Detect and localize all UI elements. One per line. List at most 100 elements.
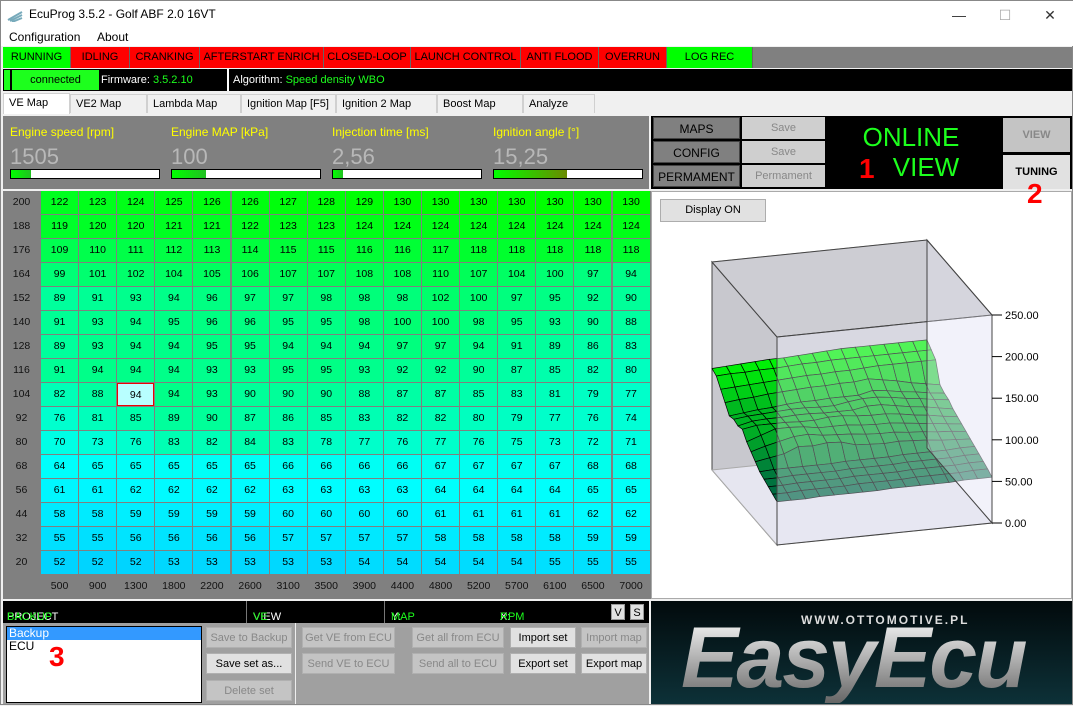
map-cell[interactable]: 80 (460, 407, 498, 430)
map-cell[interactable]: 61 (41, 479, 79, 502)
map-cell[interactable]: 57 (269, 527, 307, 550)
map-cell[interactable]: 90 (307, 383, 345, 406)
get-all-button[interactable]: Get all from ECU (412, 627, 504, 648)
set-item-backup[interactable]: Backup (7, 627, 201, 640)
map-cell[interactable]: 96 (231, 311, 269, 334)
export-map-button[interactable]: Export map (581, 653, 647, 674)
map-cell[interactable]: 93 (345, 359, 383, 382)
map-cell[interactable]: 62 (117, 479, 155, 502)
map-cell[interactable]: 87 (422, 383, 460, 406)
map-cell[interactable]: 54 (345, 551, 383, 574)
map-cell[interactable]: 77 (612, 383, 650, 406)
map-cell[interactable]: 75 (498, 431, 536, 454)
map-cell[interactable]: 95 (269, 311, 307, 334)
map-cell[interactable]: 89 (41, 335, 79, 358)
map-cell[interactable]: 124 (345, 215, 383, 238)
map-cell[interactable]: 54 (383, 551, 421, 574)
map-cell[interactable]: 88 (612, 311, 650, 334)
map-cell[interactable]: 64 (536, 479, 574, 502)
map-cell[interactable]: 91 (498, 335, 536, 358)
map-cell[interactable]: 94 (117, 383, 155, 406)
map-cell[interactable]: 107 (460, 263, 498, 286)
map-cell[interactable]: 123 (307, 215, 345, 238)
map-cell[interactable]: 76 (41, 407, 79, 430)
map-cell[interactable]: 116 (383, 239, 421, 262)
map-cell[interactable]: 94 (155, 359, 193, 382)
map-cell[interactable]: 70 (41, 431, 79, 454)
map-cell[interactable]: 60 (383, 503, 421, 526)
map-cell[interactable]: 60 (269, 503, 307, 526)
map-cell[interactable]: 100 (383, 311, 421, 334)
map-cell[interactable]: 62 (231, 479, 269, 502)
map-cell[interactable]: 126 (193, 191, 231, 214)
map-cell[interactable]: 126 (231, 191, 269, 214)
map-cell[interactable]: 86 (269, 407, 307, 430)
map-cell[interactable]: 82 (383, 407, 421, 430)
map-cell[interactable]: 55 (574, 551, 612, 574)
map-cell[interactable]: 79 (574, 383, 612, 406)
tab-ignition-2-map[interactable]: Ignition 2 Map [F6] (336, 94, 437, 128)
map-cell[interactable]: 93 (193, 383, 231, 406)
tab-ignition-map[interactable]: Ignition Map [F5] (241, 94, 336, 113)
map-cell[interactable]: 58 (41, 503, 79, 526)
map-cell[interactable]: 95 (231, 335, 269, 358)
map-cell[interactable]: 118 (536, 239, 574, 262)
map-cell[interactable]: 65 (231, 455, 269, 478)
map-cell[interactable]: 66 (345, 455, 383, 478)
map-cell[interactable]: 58 (536, 527, 574, 550)
map-cell[interactable]: 115 (307, 239, 345, 262)
map-cell[interactable]: 129 (345, 191, 383, 214)
map-cell[interactable]: 89 (41, 287, 79, 310)
map-cell[interactable]: 93 (79, 335, 117, 358)
map-cell[interactable]: 125 (155, 191, 193, 214)
map-cell[interactable]: 97 (383, 335, 421, 358)
map-cell[interactable]: 97 (574, 263, 612, 286)
map-cell[interactable]: 65 (193, 455, 231, 478)
map-cell[interactable]: 61 (460, 503, 498, 526)
map-cell[interactable]: 76 (460, 431, 498, 454)
save-set-as-button[interactable]: Save set as... (206, 653, 292, 674)
map-cell[interactable]: 65 (117, 455, 155, 478)
map-cell[interactable]: 59 (574, 527, 612, 550)
map-cell[interactable]: 65 (155, 455, 193, 478)
map-cell[interactable]: 83 (155, 431, 193, 454)
map-cell[interactable]: 92 (383, 359, 421, 382)
map-cell[interactable]: 57 (345, 527, 383, 550)
map-cell[interactable]: 84 (231, 431, 269, 454)
map-cell[interactable]: 62 (193, 479, 231, 502)
map-cell[interactable]: 96 (193, 311, 231, 334)
menu-configuration[interactable]: Configuration (9, 30, 80, 44)
map-cell[interactable]: 94 (460, 335, 498, 358)
map-cell[interactable]: 64 (422, 479, 460, 502)
map-cell[interactable]: 53 (193, 551, 231, 574)
import-map-button[interactable]: Import map (581, 627, 647, 648)
map-cell[interactable]: 56 (117, 527, 155, 550)
map-cell[interactable]: 111 (117, 239, 155, 262)
map-cell[interactable]: 91 (41, 359, 79, 382)
map-cell[interactable]: 62 (612, 503, 650, 526)
map-cell[interactable]: 65 (574, 479, 612, 502)
map-cell[interactable]: 130 (422, 191, 460, 214)
tab-ve-map[interactable]: VE Map [F2] (3, 93, 70, 127)
map-cell[interactable]: 124 (498, 215, 536, 238)
map-cell[interactable]: 118 (498, 239, 536, 262)
map-cell[interactable]: 90 (574, 311, 612, 334)
map-cell[interactable]: 98 (345, 287, 383, 310)
map-cell[interactable]: 94 (155, 335, 193, 358)
map-cell[interactable]: 59 (612, 527, 650, 550)
map-cell[interactable]: 118 (574, 239, 612, 262)
map-cell[interactable]: 110 (79, 239, 117, 262)
map-cell[interactable]: 85 (536, 359, 574, 382)
map-cell[interactable]: 67 (460, 455, 498, 478)
map-cell[interactable]: 56 (193, 527, 231, 550)
map-cell[interactable]: 124 (117, 191, 155, 214)
map-cell[interactable]: 124 (383, 215, 421, 238)
map-cell[interactable]: 83 (612, 335, 650, 358)
map-cell[interactable]: 55 (612, 551, 650, 574)
map-cell[interactable]: 123 (79, 191, 117, 214)
map-cell[interactable]: 68 (574, 455, 612, 478)
map-cell[interactable]: 61 (422, 503, 460, 526)
tab-analyze[interactable]: Analyze [F8] (523, 94, 595, 128)
map-cell[interactable]: 54 (498, 551, 536, 574)
map-cell[interactable]: 57 (383, 527, 421, 550)
